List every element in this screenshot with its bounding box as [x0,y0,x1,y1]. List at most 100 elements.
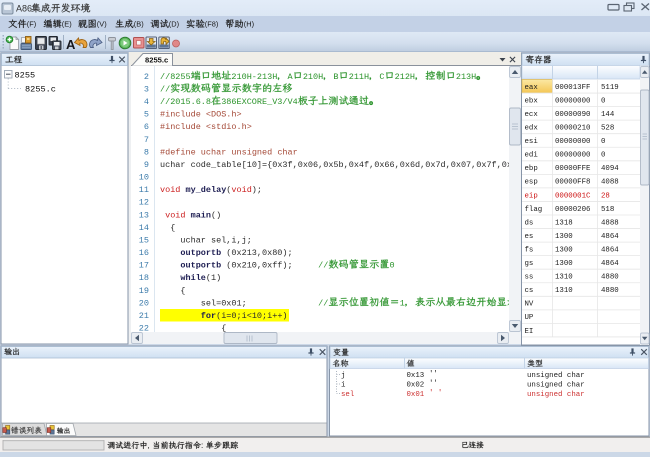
svg-text:unsigned char: unsigned char [527,372,585,380]
svg-text:8255.c: 8255.c [145,56,168,65]
svg-text:4888: 4888 [601,219,619,227]
svg-text:6: 6 [144,122,149,132]
svg-text:for: for [201,311,216,321]
svg-text:0: 0 [390,261,395,271]
svg-text:00000FFE: 00000FFE [555,165,591,173]
svg-text://: // [318,261,328,271]
svg-text:1310: 1310 [555,287,573,295]
svg-text:uchar sel,i,j;: uchar sel,i,j; [180,235,251,245]
svg-text:ebp: ebp [525,165,538,173]
svg-text:15: 15 [139,235,149,245]
svg-text:7: 7 [144,135,149,145]
svg-text:sel: sel [341,391,355,399]
svg-text:4880: 4880 [601,274,619,282]
svg-text:sel=0x01;: sel=0x01; [201,298,247,308]
svg-text:ss: ss [525,274,534,282]
svg-text:21: 21 [139,311,149,321]
svg-text:5: 5 [144,110,149,120]
svg-text:void: void [165,210,185,220]
svg-text:8255.c: 8255.c [25,85,56,95]
svg-text:1: 1 [400,298,405,308]
svg-text:00000000: 00000000 [555,152,590,160]
svg-text:00000FF8: 00000FF8 [555,179,590,187]
svg-text:cs: cs [525,287,534,295]
svg-text:4864: 4864 [601,260,619,268]
svg-text:0x01: 0x01 [407,391,425,399]
svg-text:(F8): (F8) [205,20,219,29]
svg-text:fs: fs [525,246,534,254]
svg-text:(H): (H) [244,20,254,29]
svg-text:4: 4 [144,97,149,107]
svg-text:4864: 4864 [601,246,619,254]
svg-text:esi: esi [525,138,539,146]
svg-text:518: 518 [601,206,614,214]
svg-text:eax: eax [525,84,539,92]
svg-text:NV: NV [525,301,534,309]
svg-text:144: 144 [601,111,615,119]
svg-text:UP: UP [525,314,534,322]
svg-text:B: B [333,72,338,82]
svg-text:'': '' [429,371,438,379]
svg-text:0x02: 0x02 [407,382,425,390]
svg-text:8255: 8255 [15,71,36,81]
svg-text:00000210: 00000210 [555,125,590,133]
svg-text:flag: flag [525,206,543,214]
svg-text:0: 0 [601,138,605,146]
svg-text://8255: //8255 [160,72,191,82]
svg-text:unsigned char: unsigned char [527,391,585,399]
svg-text:10: 10 [139,173,149,183]
svg-text:i: i [341,382,346,390]
svg-text:0: 0 [601,152,605,160]
svg-text:C: C [379,72,384,82]
svg-text:0x13: 0x13 [407,372,425,380]
svg-text:es: es [525,233,534,241]
svg-text:void: void [160,185,180,195]
svg-text:my_delay: my_delay [186,185,227,195]
svg-text:eip: eip [525,192,538,200]
svg-text:#define uchar unsigned char: #define uchar unsigned char [160,147,298,157]
svg-text:{: { [180,286,185,296]
svg-text:17: 17 [139,261,149,271]
svg-text:j: j [341,372,345,380]
svg-text:00000000: 00000000 [555,138,590,146]
svg-text://2015.6.8: //2015.6.8 [160,97,211,107]
svg-text:void: void [231,185,251,195]
svg-text:12: 12 [139,198,149,208]
svg-text:A: A [66,37,76,52]
svg-text:(V): (V) [97,20,107,29]
svg-text://: // [160,84,170,94]
svg-text:4088: 4088 [601,179,619,187]
svg-text:9: 9 [144,160,149,170]
svg-text:(1): (1) [206,273,221,283]
svg-text:00000000: 00000000 [555,97,590,105]
svg-text:1318: 1318 [555,219,573,227]
svg-text:main: main [191,210,211,220]
svg-text:212H: 212H [395,72,415,82]
svg-text:0: 0 [601,97,605,105]
svg-text:'': '' [429,380,438,388]
svg-text:gs: gs [525,260,534,268]
svg-text:20: 20 [139,298,149,308]
svg-text:4880: 4880 [601,287,619,295]
svg-text:,: , [148,441,150,450]
svg-text:00000206: 00000206 [555,206,590,214]
svg-text:1310: 1310 [555,274,573,282]
svg-text:1300: 1300 [555,260,573,268]
svg-text:outportb: outportb [180,248,221,258]
svg-text:A86: A86 [16,4,32,14]
svg-text:{: { [170,223,175,233]
svg-text:2: 2 [144,72,149,82]
svg-text:00000090: 00000090 [555,111,590,119]
svg-text:uchar code_table[10]={0x3f,0x0: uchar code_table[10]={0x3f,0x06,0x5b,0x4… [160,160,532,170]
svg-text:1300: 1300 [555,246,573,254]
svg-text:#include <DOS.h>: #include <DOS.h> [160,110,242,120]
svg-text:edi: edi [525,152,539,160]
svg-text:000013FF: 000013FF [555,84,590,92]
svg-text:210H: 210H [303,72,323,82]
svg-text:11: 11 [139,185,149,195]
svg-text:(): () [211,210,221,220]
svg-text:13: 13 [139,210,149,220]
svg-text:(0x213,0x80);: (0x213,0x80); [226,248,292,258]
svg-text::: : [201,441,203,450]
svg-text:3: 3 [144,84,149,94]
